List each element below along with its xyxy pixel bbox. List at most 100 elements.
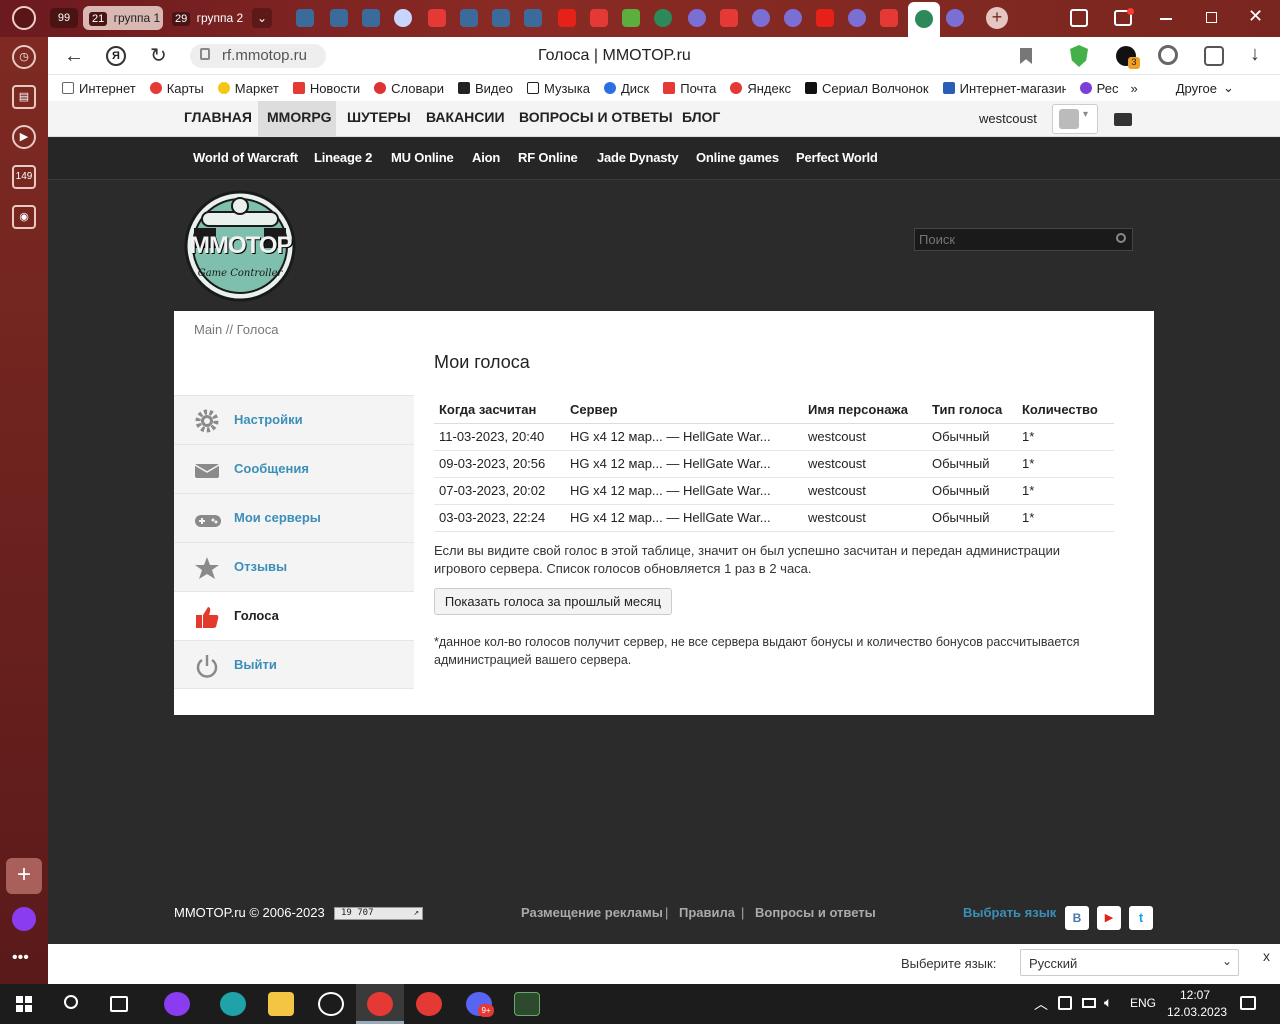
search-icon[interactable] (1116, 233, 1126, 243)
screenshot-icon[interactable]: ◉ (12, 205, 36, 229)
game-link[interactable]: RF Online (518, 150, 578, 165)
sidebar-item-messages[interactable]: Сообщения (174, 444, 414, 493)
youtube-icon[interactable] (558, 9, 576, 27)
downloads-counter[interactable]: 149 (12, 165, 36, 189)
tab-favicon[interactable] (524, 9, 542, 27)
game-link[interactable]: Aion (472, 150, 500, 165)
collections-icon[interactable]: ▤ (12, 85, 36, 109)
game-link[interactable]: Online games (696, 150, 779, 165)
bookmark-item[interactable]: Диск (603, 81, 649, 96)
bookmark-item[interactable]: Яндекс (730, 81, 791, 96)
edge-icon[interactable] (220, 992, 246, 1016)
nav-home[interactable]: ГЛАВНАЯ (184, 109, 252, 125)
battery-icon[interactable] (1082, 998, 1096, 1008)
search-box[interactable] (914, 228, 1133, 251)
bookmarks-other[interactable]: Другое ⌄ (1176, 80, 1234, 96)
footer-link-rules[interactable]: Правила (679, 905, 735, 920)
restore-icon[interactable] (1206, 12, 1217, 23)
tab-favicon[interactable] (296, 9, 314, 27)
bookmark-item[interactable]: Интернет (62, 81, 136, 96)
tab-group-2[interactable]: 29 группа 2 (168, 6, 248, 30)
bookmark-icon[interactable] (1020, 48, 1032, 64)
close-icon[interactable]: x (1263, 948, 1270, 964)
vpn-icon[interactable] (1158, 45, 1178, 65)
chevron-right-icon[interactable]: » (1130, 81, 1137, 96)
language-select[interactable]: Русский ⌄ (1020, 949, 1239, 976)
tab-favicon[interactable] (394, 9, 412, 27)
nav-blog[interactable]: БЛОГ (682, 109, 720, 125)
avatar[interactable]: ▾ (1052, 104, 1098, 134)
game-link[interactable]: Lineage 2 (314, 150, 372, 165)
game-icon[interactable] (514, 992, 540, 1016)
sidebar-item-my-servers[interactable]: Мои серверы (174, 493, 414, 542)
yandex-icon[interactable]: Я (106, 46, 126, 66)
username[interactable]: westcoust (979, 111, 1037, 126)
chevron-up-icon[interactable]: ︿ (1034, 994, 1048, 1014)
search-icon[interactable] (64, 995, 78, 1009)
cell-server[interactable]: HG x4 12 мар... — HellGate War... (565, 423, 803, 451)
alice-icon[interactable] (164, 992, 190, 1016)
vk-icon[interactable]: В (1065, 906, 1089, 930)
footer-link-qa[interactable]: Вопросы и ответы (755, 905, 876, 920)
download-icon[interactable]: ↓ (1250, 43, 1260, 66)
breadcrumb[interactable]: Main // Голоса (194, 322, 278, 337)
bookmark-item[interactable]: Словари (374, 81, 444, 96)
sidebar-item-reviews[interactable]: Отзывы (174, 542, 414, 591)
cell-server[interactable]: HG x4 12 мар... — HellGate War... (565, 450, 803, 478)
tab-favicon[interactable] (460, 9, 478, 27)
chevron-down-icon[interactable]: ⌄ (252, 8, 272, 28)
new-tab-button[interactable]: + (986, 7, 1008, 29)
sidebar-item-settings[interactable]: Настройки (174, 395, 414, 444)
nav-mmorpg-label[interactable]: MMORPG (267, 109, 332, 125)
yandex-icon[interactable] (416, 992, 442, 1016)
tab-favicon[interactable] (720, 9, 738, 27)
bookmark-item[interactable]: Сериал Волчонок (805, 81, 929, 96)
bookmark-item[interactable]: Рес (1079, 81, 1118, 96)
tab-favicon[interactable] (590, 9, 608, 27)
add-panel-button[interactable]: + (6, 858, 42, 894)
tabs-icon[interactable] (1070, 9, 1088, 27)
cell-server[interactable]: HG x4 12 мар... — HellGate War... (565, 477, 803, 505)
bookmark-item[interactable]: Маркет (217, 81, 279, 96)
search-input[interactable] (915, 229, 1105, 250)
task-view-icon[interactable] (110, 996, 128, 1012)
app-icon[interactable] (318, 992, 344, 1016)
minimize-icon[interactable] (1160, 18, 1172, 20)
volume-icon[interactable]: 🔈︎ (1104, 994, 1112, 1011)
tab-favicon[interactable] (880, 9, 898, 27)
choose-language-link[interactable]: Выбрать язык (963, 905, 1056, 920)
translate-icon[interactable] (1204, 46, 1224, 66)
bookmark-item[interactable]: Карты (149, 81, 204, 96)
windows-start-icon[interactable] (16, 996, 32, 1012)
tab-counter[interactable]: 99 (50, 8, 78, 28)
video-icon[interactable]: ▶ (12, 125, 36, 149)
history-icon[interactable]: ◷ (12, 45, 36, 69)
game-link[interactable]: World of Warcraft (193, 150, 298, 165)
tab-favicon[interactable] (622, 9, 640, 27)
file-explorer-icon[interactable] (268, 992, 294, 1016)
more-icon[interactable]: ••• (12, 949, 29, 967)
close-icon[interactable]: ✕ (1248, 6, 1263, 27)
shield-icon[interactable] (1070, 45, 1088, 67)
notification-center-icon[interactable] (1240, 996, 1256, 1010)
profile-icon[interactable] (12, 6, 36, 30)
tab-favicon[interactable] (654, 9, 672, 27)
tab-favicon[interactable] (688, 9, 706, 27)
sidebar-item-votes[interactable]: Голоса (174, 591, 414, 640)
tab-favicon[interactable] (362, 9, 380, 27)
game-link[interactable]: Jade Dynasty (597, 150, 679, 165)
clock-time[interactable]: 12:07 (1180, 988, 1210, 1002)
bookmark-item[interactable]: Музыка (526, 81, 590, 96)
envelope-icon[interactable] (1114, 113, 1132, 126)
game-link[interactable]: MU Online (391, 150, 454, 165)
input-language[interactable]: ENG (1130, 996, 1156, 1010)
bookmark-item[interactable]: Новости (292, 81, 360, 96)
site-logo[interactable]: MMOTOP Game Controller (176, 190, 304, 302)
sidebar-item-logout[interactable]: Выйти (174, 640, 414, 689)
cell-server[interactable]: HG x4 12 мар... — HellGate War... (565, 504, 803, 532)
nav-shooters[interactable]: ШУТЕРЫ (347, 109, 411, 125)
back-icon[interactable]: ← (64, 45, 84, 68)
tab-favicon[interactable] (784, 9, 802, 27)
tab-favicon[interactable] (330, 9, 348, 27)
url-field[interactable]: rf.mmotop.ru (190, 44, 326, 68)
